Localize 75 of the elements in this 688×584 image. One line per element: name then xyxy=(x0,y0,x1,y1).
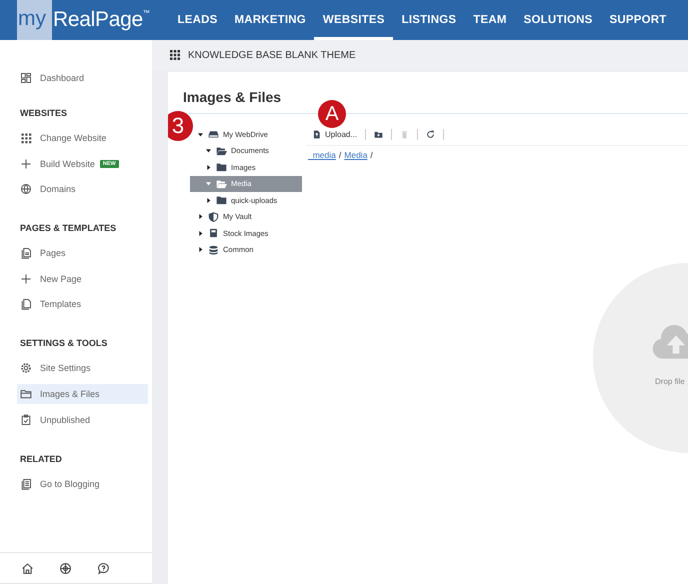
sidebar-item[interactable]: Images & Files xyxy=(17,384,148,404)
breadcrumb-separator: / xyxy=(338,150,342,160)
item-label: Domains xyxy=(40,184,76,194)
breadcrumb-link[interactable]: Media xyxy=(344,150,368,160)
section-title: RELATED xyxy=(19,454,63,464)
nav-tab[interactable]: LEADS xyxy=(169,0,226,40)
apps-grid-icon xyxy=(20,132,32,144)
folder-icon xyxy=(20,388,32,400)
nav-tab[interactable]: SOLUTIONS xyxy=(515,0,602,40)
logo-prefix: my xyxy=(17,0,52,40)
item-label: Unpublished xyxy=(40,414,90,425)
sidebar-item[interactable]: Change Website xyxy=(17,128,148,148)
sidebar-item[interactable]: Dashboard xyxy=(17,68,148,88)
open-folder-icon xyxy=(216,178,227,189)
dashboard-icon xyxy=(20,72,32,84)
sidebar-item[interactable]: Go to Blogging xyxy=(17,474,148,494)
open-folder-icon xyxy=(216,146,227,156)
nav-tab[interactable]: TEAM xyxy=(464,0,516,40)
theme-name: KNOWLEDGE BASE BLANK THEME xyxy=(188,50,356,60)
apps-grid-icon[interactable] xyxy=(170,50,180,60)
item-label: Change Website xyxy=(40,133,106,143)
section-title: SETTINGS & TOOLS xyxy=(19,338,108,348)
item-label: Images & Files xyxy=(40,388,100,399)
item-label: Build Website xyxy=(40,158,95,169)
item-label: Dashboard xyxy=(40,73,84,83)
breadcrumb-link[interactable]: _media xyxy=(308,150,336,160)
logo-name: RealPage xyxy=(53,8,143,32)
item-label: Pages xyxy=(40,248,66,258)
item-label: Templates xyxy=(40,299,82,310)
folder-icon xyxy=(216,195,227,206)
folder-icon xyxy=(216,162,227,172)
item-label: Site Settings xyxy=(40,363,91,374)
shield-icon xyxy=(208,212,219,222)
nav-tab[interactable]: LISTINGS xyxy=(393,0,465,40)
drop-hint: Drop file xyxy=(655,377,685,386)
caret-icon[interactable] xyxy=(198,132,203,137)
pages-icon xyxy=(20,247,32,260)
database-icon xyxy=(208,244,219,255)
sidebar-item[interactable]: Unpublished xyxy=(17,410,148,430)
sidebar-item[interactable]: Site Settings xyxy=(17,358,148,378)
home-icon[interactable] xyxy=(21,562,34,575)
sidebar-item[interactable]: Domains xyxy=(17,179,148,200)
breadcrumb-separator: / xyxy=(370,150,373,160)
caret-icon[interactable] xyxy=(206,164,211,170)
annotation-marker: A xyxy=(318,100,346,128)
nav-tab[interactable]: SUPPORT xyxy=(601,0,676,40)
refresh-icon xyxy=(426,130,436,138)
file-upload-icon xyxy=(312,130,321,138)
caret-icon[interactable] xyxy=(198,230,203,236)
sidebar-item[interactable]: Templates xyxy=(17,294,148,314)
templates-icon xyxy=(20,298,32,310)
nav-tab[interactable]: MARKETING xyxy=(226,0,314,40)
plus-icon xyxy=(20,272,32,285)
section-title: WEBSITES xyxy=(19,108,68,118)
upload-button[interactable]: Upload... xyxy=(308,130,362,138)
clipboard-icon xyxy=(20,414,32,426)
caret-icon[interactable] xyxy=(198,247,203,252)
item-label: Go to Blogging xyxy=(40,478,100,489)
drive-icon xyxy=(208,129,219,140)
folder-plus-icon xyxy=(374,130,384,138)
drop-zone[interactable]: Drop file xyxy=(593,263,688,453)
caret-icon[interactable] xyxy=(206,198,211,203)
book-icon xyxy=(208,228,219,238)
sidebar-item[interactable]: Pages xyxy=(17,243,148,264)
section-title: PAGES & TEMPLATES xyxy=(19,223,118,234)
sidebar-item[interactable]: New Page xyxy=(17,268,148,289)
trash-icon xyxy=(400,130,410,138)
caret-icon[interactable] xyxy=(206,148,211,154)
plus-icon xyxy=(20,158,32,170)
gear-icon xyxy=(20,362,32,374)
caret-icon[interactable] xyxy=(198,214,203,220)
item-label: New Page xyxy=(40,274,82,284)
help-icon[interactable] xyxy=(97,562,110,575)
annotation-marker: 3 xyxy=(168,111,193,141)
cloud-upload-icon xyxy=(651,323,688,361)
